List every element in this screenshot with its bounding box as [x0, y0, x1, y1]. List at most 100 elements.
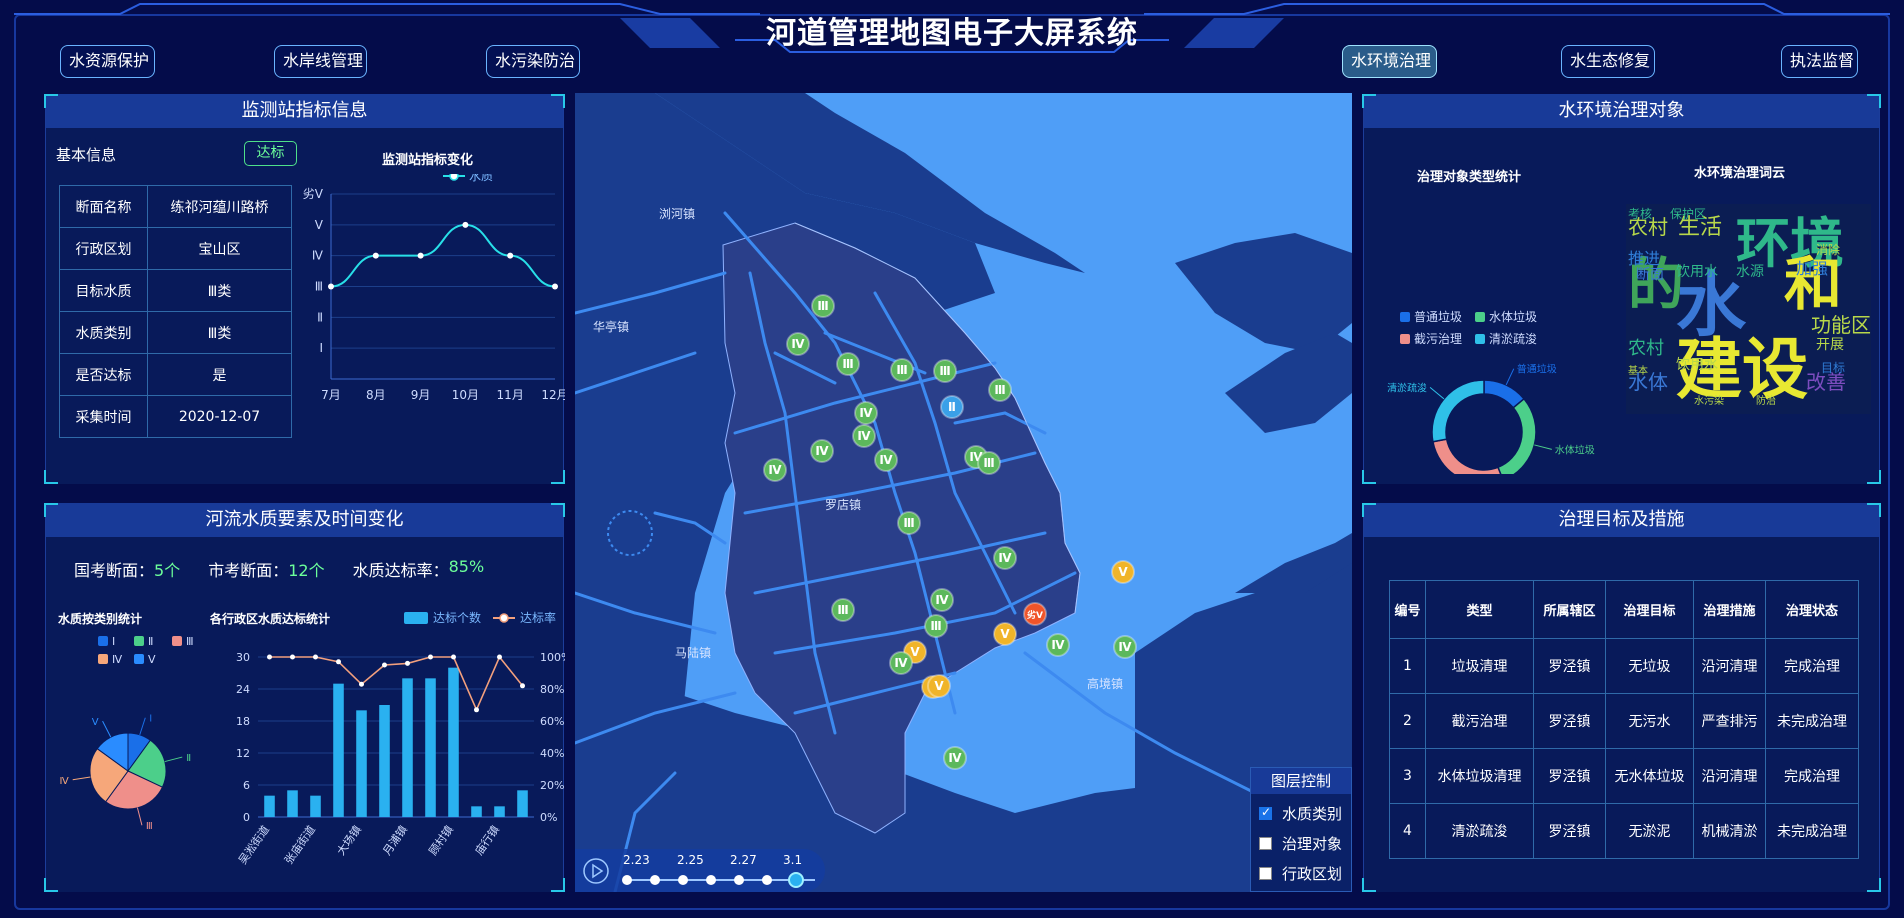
water-quality-marker[interactable]: Ⅳ — [889, 651, 913, 675]
marker-label: Ⅳ — [935, 593, 949, 607]
nav-water-ecology-restoration[interactable]: 水生态修复 — [1561, 45, 1655, 78]
water-quality-marker[interactable]: Ⅳ — [1113, 635, 1137, 659]
water-quality-marker[interactable]: Ⅲ — [988, 378, 1012, 402]
water-quality-marker[interactable]: Ⅳ — [852, 424, 876, 448]
donut-legend-label: 截污治理 — [1414, 332, 1462, 346]
timeline-label: 2.27 — [730, 853, 757, 867]
y-tick-label-right: 40% — [540, 747, 564, 760]
table-row: 水质类别 Ⅲ类 — [59, 311, 292, 354]
marker-label: Ⅴ — [910, 645, 920, 659]
donut-leader-line — [1429, 386, 1445, 400]
water-quality-marker[interactable]: Ⅳ — [786, 332, 810, 356]
wordcloud-title: 水环境治理词云 — [1694, 166, 1786, 181]
data-point — [372, 252, 379, 259]
info-value: 2020-12-07 — [147, 395, 292, 438]
water-quality-marker[interactable]: Ⅴ — [1111, 560, 1135, 584]
rate-point — [520, 683, 525, 689]
cell: 严查排污 — [1693, 693, 1766, 749]
cell: 无水体垃圾 — [1605, 748, 1694, 804]
island-1 — [1175, 233, 1352, 353]
x-tick-label: 11月 — [497, 388, 524, 402]
water-quality-marker[interactable]: Ⅳ — [993, 546, 1017, 570]
layer-checkbox[interactable] — [1259, 867, 1272, 880]
timeline-dot[interactable] — [650, 875, 660, 885]
water-quality-marker[interactable]: Ⅳ — [810, 439, 834, 463]
bar-legend-swatch — [404, 611, 428, 624]
layer-checkbox[interactable] — [1259, 837, 1272, 850]
nav-water-pollution-control[interactable]: 水污染防治 — [486, 45, 580, 78]
timeline-dot[interactable] — [622, 875, 632, 885]
water-quality-marker[interactable]: Ⅳ — [854, 401, 878, 425]
water-quality-marker[interactable]: Ⅳ — [1046, 633, 1070, 657]
nav-shoreline-management[interactable]: 水岸线管理 — [274, 45, 367, 78]
info-value: 练祁河蕴川路桥 — [147, 185, 292, 228]
timeline-current-dot[interactable] — [788, 872, 804, 888]
water-quality-marker[interactable]: Ⅲ — [924, 614, 948, 638]
water-quality-marker[interactable]: Ⅲ — [836, 352, 860, 376]
bar — [494, 806, 505, 817]
nav-water-resource-protection[interactable]: 水资源保护 — [60, 45, 155, 78]
water-quality-marker[interactable]: Ⅳ — [763, 458, 787, 482]
nav-law-enforcement[interactable]: 执法监督 — [1781, 45, 1858, 78]
layer-water-quality[interactable]: 水质类别 — [1259, 803, 1351, 824]
timeline-dot[interactable] — [678, 875, 688, 885]
marker-label: Ⅲ — [994, 383, 1005, 397]
river-map[interactable]: 浏河镇 华亭镇 罗店镇 马陆镇 高境镇 ⅢⅣⅢⅢⅢⅢⅡⅣⅣⅣⅣⅣⅣⅢⅢⅣⅤⅢⅣⅢ… — [575, 93, 1352, 892]
layer-admin-division[interactable]: 行政区划 — [1259, 863, 1351, 884]
water-quality-marker[interactable]: Ⅳ — [930, 588, 954, 612]
rate-legend-icon — [493, 612, 516, 623]
x-tick-label: 9月 — [411, 388, 431, 402]
timeline-dot[interactable] — [734, 875, 744, 885]
y-tick-label-left: 12 — [236, 747, 250, 760]
timeline-dot[interactable] — [706, 875, 716, 885]
timeline-play-icon[interactable] — [582, 857, 610, 885]
wordcloud-word: 饮用水 — [1676, 357, 1718, 373]
pie-leader-line — [164, 756, 183, 763]
water-quality-marker[interactable]: Ⅲ — [897, 511, 921, 535]
water-quality-marker[interactable]: Ⅲ — [977, 451, 1001, 475]
water-quality-marker[interactable]: Ⅴ — [993, 622, 1017, 646]
timeline-slider[interactable] — [615, 871, 825, 889]
layer-governance-object[interactable]: 治理对象 — [1259, 833, 1351, 854]
bar — [264, 795, 275, 817]
rate-point — [428, 654, 433, 660]
water-quality-marker[interactable]: Ⅳ — [874, 448, 898, 472]
marker-label: Ⅲ — [837, 603, 848, 617]
water-quality-marker[interactable]: 劣Ⅴ — [1023, 602, 1047, 626]
y-tick-label-right: 0% — [540, 811, 557, 824]
y-tick-label-left: 0 — [243, 811, 250, 824]
donut-slice — [1431, 379, 1485, 443]
water-quality-marker[interactable]: Ⅲ — [890, 358, 914, 382]
wordcloud-word: 加强 — [1796, 259, 1828, 278]
info-key: 采集时间 — [59, 395, 148, 438]
water-quality-marker[interactable]: Ⅱ — [940, 395, 964, 419]
y-tick-label-right: 100% — [540, 651, 565, 664]
nav-water-environment-governance[interactable]: 水环境治理 — [1342, 45, 1437, 78]
water-quality-marker[interactable]: Ⅲ — [933, 359, 957, 383]
data-point — [552, 283, 558, 290]
island-2 — [1225, 333, 1352, 433]
layer-control: 图层控制 水质类别 治理对象 行政区划 — [1250, 767, 1352, 892]
station-info-table: 断面名称 练祁河蕴川路桥 行政区划 宝山区 目标水质 Ⅲ类 水质类别 Ⅲ类 是否达标是 … — [59, 185, 292, 438]
stat-label-national: 国考断面： — [74, 561, 155, 580]
wordcloud-word: 水源 — [1736, 264, 1764, 280]
station-indicator-panel: 监测站指标信息 基本信息 达标 断面名称 练祁河蕴川路桥 行政区划 宝山区 目标水质… — [44, 94, 565, 484]
pie-slice-label: Ⅲ — [146, 821, 153, 832]
pie-legend-label: Ⅳ — [112, 653, 123, 666]
wordcloud-word: 考核 — [1628, 207, 1652, 221]
water-quality-marker[interactable]: Ⅲ — [811, 294, 835, 318]
water-quality-marker[interactable]: Ⅲ — [831, 598, 855, 622]
water-quality-marker[interactable]: Ⅳ — [943, 746, 967, 770]
water-quality-marker[interactable]: Ⅴ — [927, 674, 951, 698]
layer-checkbox[interactable] — [1259, 805, 1272, 820]
cell: 未完成治理 — [1765, 803, 1859, 859]
rate-point — [497, 654, 502, 660]
pie-slice-label: Ⅳ — [59, 776, 69, 787]
table-row: 3 水体垃圾清理 罗泾镇 无水体垃圾 沿河清理 完成治理 — [1389, 748, 1859, 804]
timeline-dot[interactable] — [762, 875, 772, 885]
pie-legend-label: Ⅰ — [112, 635, 115, 648]
cell: 罗泾镇 — [1533, 803, 1606, 859]
marker-label: Ⅳ — [859, 406, 873, 420]
rate-point — [267, 654, 272, 660]
x-tick-label: 10月 — [452, 388, 479, 402]
